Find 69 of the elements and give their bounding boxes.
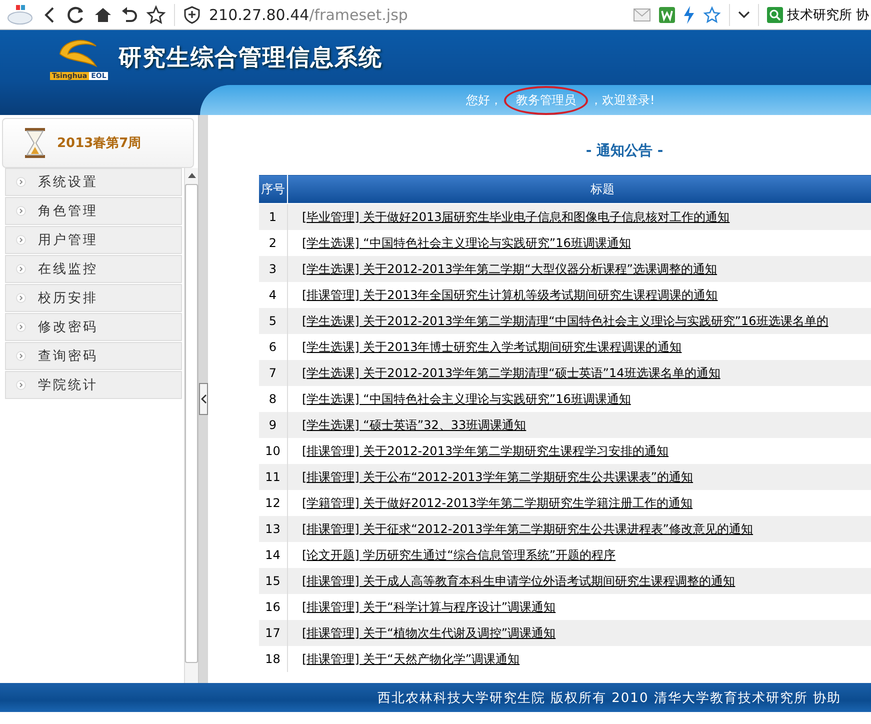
favorite-star-icon[interactable] [702, 6, 721, 24]
menu-item[interactable]: 用户管理 [5, 226, 182, 254]
row-number: 8 [258, 386, 288, 412]
welcome-text: 您好， [466, 92, 502, 108]
undo-icon[interactable] [120, 6, 138, 24]
chevron-icon [16, 206, 26, 216]
notice-title: - 通知公告 - [584, 142, 664, 161]
w-app-icon[interactable] [658, 6, 675, 22]
home-icon[interactable] [94, 6, 112, 24]
url-host[interactable]: 210.27.80.44 [209, 6, 310, 24]
notice-link[interactable]: [学生选课] 关于2013年博士研究生入学考试期间研究生课程调课的通知 [302, 340, 682, 354]
menu-item[interactable]: 角色管理 [5, 197, 182, 225]
notice-link[interactable]: [学生选课] “中国特色社会主义理论与实践研究”16班调课通知 [302, 236, 631, 250]
notice-link[interactable]: [排课管理] 关于“科学计算与程序设计”调课通知 [302, 600, 556, 614]
chevron-icon [16, 380, 26, 390]
system-title: 研究生综合管理信息系统 [118, 44, 382, 73]
shield-icon[interactable] [183, 6, 201, 24]
scroll-up-icon[interactable] [188, 172, 196, 178]
row-number: 18 [258, 646, 288, 672]
row-number: 9 [258, 412, 288, 438]
hourglass-icon [23, 127, 47, 159]
search-icon[interactable] [766, 6, 783, 22]
row-number: 12 [258, 490, 288, 516]
row-number: 15 [258, 568, 288, 594]
row-number: 5 [258, 308, 288, 334]
chevron-icon [16, 351, 26, 361]
notice-link[interactable]: [排课管理] 关于“天然产物化学”调课通知 [302, 652, 520, 666]
star-icon[interactable] [146, 4, 166, 24]
cloud-logo-icon[interactable] [6, 4, 34, 24]
notice-link[interactable]: [学生选课] “中国特色社会主义理论与实践研究”16班调课通知 [302, 392, 631, 406]
search-field[interactable]: 技术研究所 协 [766, 6, 871, 24]
row-number: 3 [258, 256, 288, 282]
chevron-icon [16, 293, 26, 303]
menu-item[interactable]: 校历安排 [5, 284, 182, 312]
row-number: 14 [258, 542, 288, 568]
lightning-icon[interactable] [682, 6, 695, 24]
week-label: 2013春第7周 [57, 135, 142, 152]
notice-link[interactable]: [论文开题] 学历研究生通过“综合信息管理系统”开题的程序 [302, 548, 616, 562]
column-header: 标题 [288, 174, 871, 204]
dropdown-icon[interactable] [738, 10, 750, 20]
chevron-icon [16, 264, 26, 274]
reload-icon[interactable] [66, 4, 86, 24]
chevron-icon [16, 177, 26, 187]
row-number: 7 [258, 360, 288, 386]
menu-item[interactable]: 系统设置 [5, 168, 182, 196]
chevron-icon [16, 322, 26, 332]
row-number: 13 [258, 516, 288, 542]
splitter-handle[interactable] [199, 383, 208, 415]
circled-username: 教务管理员 [504, 86, 588, 114]
row-number: 4 [258, 282, 288, 308]
row-number: 11 [258, 464, 288, 490]
row-number: 10 [258, 438, 288, 464]
row-number: 6 [258, 334, 288, 360]
copyright-text: 西北农林科技大学研究生院 版权所有 2010 清华大学教育技术研究所 协助 [377, 690, 841, 706]
menu-item[interactable]: 学院统计 [5, 371, 182, 399]
welcome-text: ，欢迎登录! [590, 92, 655, 108]
row-number: 1 [258, 204, 288, 230]
row-number: 2 [258, 230, 288, 256]
url-path[interactable]: /frameset.jsp [309, 6, 408, 24]
notice-link[interactable]: [学籍管理] 关于做好2012-2013学年第二学期研究生学籍注册工作的通知 [302, 496, 693, 510]
row-number: 16 [258, 594, 288, 620]
notice-link[interactable]: [排课管理] 关于2013年全国研究生计算机等级考试期间研究生课程调课的通知 [302, 288, 718, 302]
chevron-icon [16, 235, 26, 245]
notice-link[interactable]: [排课管理] 关于2012-2013学年第二学期研究生课程学习安排的通知 [302, 444, 669, 458]
menu-item[interactable]: 查询密码 [5, 342, 182, 370]
row-number: 17 [258, 620, 288, 646]
menu-item[interactable]: 在线监控 [5, 255, 182, 283]
column-header: 序号 [258, 174, 288, 204]
menu-item[interactable]: 修改密码 [5, 313, 182, 341]
